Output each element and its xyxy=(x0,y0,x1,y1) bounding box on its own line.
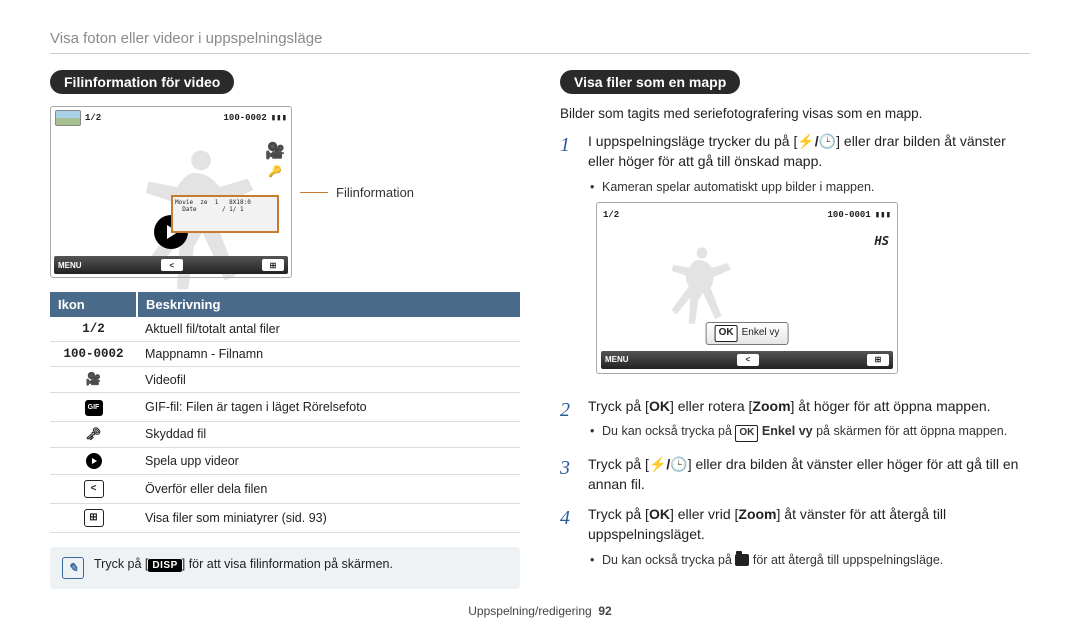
note-text: Tryck på [ xyxy=(94,557,148,571)
step-num: 2 xyxy=(560,396,578,444)
folder-icon xyxy=(735,554,749,566)
step-num: 3 xyxy=(560,454,578,495)
counter: 1/2 xyxy=(603,209,619,222)
left-heading: Filinformation för video xyxy=(50,70,234,94)
grid-icon: ⊞ xyxy=(50,503,137,532)
step-text: Tryck på [ xyxy=(588,506,649,522)
flash-timer-icon: ⚡/🕒 xyxy=(797,133,836,149)
folder-preview: 1/2 100-0001 ▮▮▮ HS OK Enkel vy MENU < ⊞ xyxy=(596,202,898,374)
step-text: I uppspelningsläge trycker du på [ xyxy=(588,133,797,149)
video-icon: 🎥 xyxy=(265,141,285,161)
thumb-icon xyxy=(55,110,81,126)
folder-num: 100-0001 xyxy=(828,209,871,222)
sub-text: Kameran spelar automatiskt upp bilder i … xyxy=(588,178,1030,196)
key-icon: 🗝 xyxy=(50,421,137,447)
chapter-title: Visa foton eller videor i uppspelningslä… xyxy=(50,30,1030,47)
step-num: 4 xyxy=(560,504,578,571)
video-icon: 🎥 xyxy=(50,367,137,393)
menu-label: MENU xyxy=(58,261,82,270)
callout-label: Filinformation xyxy=(336,185,414,200)
play-icon xyxy=(50,447,137,474)
sub-text: Du kan också trycka på OK Enkel vy på sk… xyxy=(588,422,1007,442)
menu-label: MENU xyxy=(605,354,629,366)
gif-icon: GIF xyxy=(50,393,137,422)
zoom-label: Zoom xyxy=(738,506,776,522)
row-desc: Aktuell fil/totalt antal filer xyxy=(137,317,520,342)
right-heading: Visa filer som en mapp xyxy=(560,70,740,94)
row-desc: Skyddad fil xyxy=(137,421,520,447)
ok-icon: OK xyxy=(649,506,670,522)
right-column: Visa filer som en mapp Bilder som tagits… xyxy=(560,70,1030,589)
folder-num: 100-0002 xyxy=(224,113,267,123)
intro-text: Bilder som tagits med seriefotografering… xyxy=(560,106,1030,121)
ok-badge: OK xyxy=(735,425,758,442)
step-text: ] eller rotera [ xyxy=(670,398,752,414)
share-icon: < xyxy=(737,354,759,366)
counter: 1/2 xyxy=(85,113,101,123)
ok-icon: OK xyxy=(649,398,670,414)
row-icon: 1/2 xyxy=(50,317,137,342)
row-desc: Spela upp videor xyxy=(137,447,520,474)
row-desc: Överför eller dela filen xyxy=(137,474,520,503)
step-1: 1 I uppspelningsläge trycker du på [⚡/🕒]… xyxy=(560,131,1030,386)
disp-badge: DISP xyxy=(148,559,181,572)
file-info-box: Movie ze 1 8X18:0 Date / 1/ 1 xyxy=(171,195,279,233)
zoom-label: Zoom xyxy=(752,398,790,414)
step-3: 3 Tryck på [⚡/🕒] eller dra bilden åt vän… xyxy=(560,454,1030,495)
share-icon: < xyxy=(50,474,137,503)
grid-icon: ⊞ xyxy=(262,259,284,271)
icon-table: IkonBeskrivning 1/2Aktuell fil/totalt an… xyxy=(50,292,520,533)
step-2: 2 Tryck på [OK] eller rotera [Zoom] åt h… xyxy=(560,396,1030,444)
grid-icon: ⊞ xyxy=(867,354,889,366)
ok-label: Enkel vy xyxy=(742,326,780,341)
sub-text: Du kan också trycka på för att återgå ti… xyxy=(588,551,1030,569)
step-text: Tryck på [ xyxy=(588,398,649,414)
info-icon: ✎ xyxy=(62,557,84,579)
video-preview: 1/2 100-0002 ▮▮▮ 🎥 🔑 Movie ze 1 8X18:0 Da… xyxy=(50,106,292,278)
lock-icon: 🔑 xyxy=(268,165,282,178)
row-desc: Mappnamn - Filnamn xyxy=(137,342,520,367)
share-icon: < xyxy=(161,259,183,271)
hs-badge: HS xyxy=(875,233,889,250)
battery-icon: ▮▮▮ xyxy=(875,209,891,222)
ok-badge: OK xyxy=(715,325,738,342)
divider xyxy=(50,53,1030,54)
note-box: ✎ Tryck på [DISP] för att visa filinform… xyxy=(50,547,520,589)
row-desc: Videofil xyxy=(137,367,520,393)
step-text: ] åt höger för att öppna mappen. xyxy=(791,398,991,414)
step-num: 1 xyxy=(560,131,578,386)
row-icon: 100-0002 xyxy=(50,342,137,367)
left-column: Filinformation för video 1/2 100-0002 ▮▮▮… xyxy=(50,70,520,589)
page-footer: Uppspelning/redigering 92 xyxy=(0,604,1080,618)
battery-icon: ▮▮▮ xyxy=(271,113,287,123)
ok-enkel-vy-button: OK Enkel vy xyxy=(706,322,789,345)
step-text: Tryck på [ xyxy=(588,456,649,472)
row-desc: GIF-fil: Filen är tagen i läget Rörelsef… xyxy=(137,393,520,422)
note-text: ] för att visa filinformation på skärmen… xyxy=(182,557,393,571)
row-desc: Visa filer som miniatyrer (sid. 93) xyxy=(137,503,520,532)
step-4: 4 Tryck på [OK] eller vrid [Zoom] åt vän… xyxy=(560,504,1030,571)
flash-timer-icon: ⚡/🕒 xyxy=(649,456,688,472)
step-text: ] eller vrid [ xyxy=(670,506,738,522)
